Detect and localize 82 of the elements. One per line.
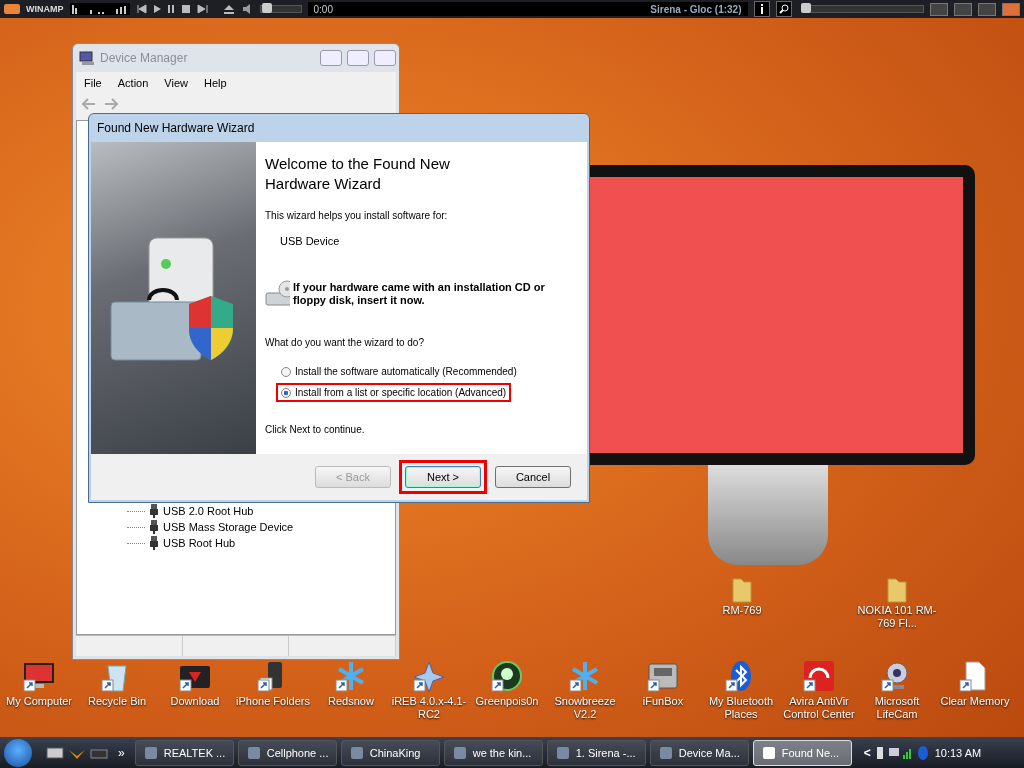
shortcut-label[interactable]: Redsnow — [328, 695, 374, 708]
visualizer-icon — [69, 3, 130, 15]
app-icon — [349, 745, 364, 760]
app-icon — [555, 745, 570, 760]
app-icon — [143, 745, 158, 760]
shortcut-label[interactable]: iFunBox — [642, 695, 684, 708]
restore-button[interactable] — [954, 2, 972, 16]
folder-icon[interactable] — [885, 576, 909, 604]
overflow-button[interactable]: » — [118, 745, 125, 760]
shortcut-label[interactable]: iREB 4.0.x-4.1-RC2 — [390, 695, 468, 721]
app-icon — [761, 745, 776, 760]
option-label[interactable]: Install the software automatically (Recommended) — [295, 366, 517, 377]
shortcut-label[interactable]: Clear Memory — [940, 695, 1010, 708]
taskbar-button[interactable]: Device Ma... — [649, 739, 749, 766]
start-button[interactable] — [4, 738, 32, 767]
clock[interactable]: 10:13 AM — [934, 746, 982, 759]
show-hidden-icons-button[interactable]: < — [863, 745, 871, 760]
cd-drive-icon — [265, 279, 290, 309]
menu-item[interactable]: View — [164, 77, 188, 89]
winamp-logo-icon — [4, 4, 20, 14]
dialog-title: Found New Hardware Wizard — [97, 121, 255, 135]
tree-item[interactable]: USB Mass Storage Device — [163, 521, 294, 533]
taskbar-button[interactable]: we the kin... — [443, 739, 543, 766]
search-button[interactable] — [775, 1, 792, 17]
radio-button[interactable] — [281, 366, 291, 377]
shortcut-label[interactable]: My Bluetooth Places — [702, 695, 780, 721]
tray-icons[interactable] — [874, 744, 931, 761]
usb-plug-icon — [149, 504, 159, 518]
app-icon — [246, 745, 261, 760]
info-button[interactable] — [753, 1, 770, 17]
radio-option[interactable]: Install from a list or specific location (Advanced) — [276, 383, 512, 402]
intro-text: This wizard helps you install software for: — [265, 210, 449, 221]
menu-item[interactable]: Action — [117, 77, 149, 89]
tree-item[interactable]: USB 2.0 Root Hub — [163, 505, 254, 517]
search-icon — [778, 4, 789, 14]
taskbar-button[interactable]: Cellphone ... — [237, 739, 337, 766]
shortcut-label[interactable]: My Computer — [6, 695, 72, 708]
taskbar-button[interactable]: Found Ne... — [752, 739, 852, 766]
computer-icon — [79, 51, 95, 65]
shortcut-label[interactable]: Download — [170, 695, 220, 708]
desktop-shortcut-icon[interactable] — [490, 660, 524, 692]
elapsed-time: 0:00 — [313, 3, 333, 15]
shortcut-label[interactable]: Microsoft LifeCam — [858, 695, 936, 721]
usb-plug-icon — [149, 520, 159, 534]
taskbar-button[interactable]: ChinaKing — [340, 739, 440, 766]
cd-prompt: If your hardware came with an installation CD or floppy disk, insert it now. — [293, 281, 546, 307]
seek-slider[interactable] — [801, 5, 924, 13]
volume-thumb[interactable] — [261, 3, 272, 13]
volume-slider[interactable] — [259, 5, 302, 13]
shortcut-label[interactable]: iPhone Folders — [236, 695, 310, 708]
taskbar-button[interactable]: REALTEK ... — [134, 739, 234, 766]
wizard-heading: Welcome to the Found New Hardware Wizard — [265, 154, 451, 194]
window-title: Device Manager — [100, 51, 189, 65]
minimize-button[interactable] — [930, 2, 948, 16]
menu-item[interactable]: Help — [203, 77, 227, 89]
question-text: What do you want the wizard to do? — [265, 337, 425, 348]
folder-label[interactable]: RM-769 — [722, 604, 762, 617]
usb-plug-icon — [149, 536, 159, 550]
device-name: USB Device — [280, 235, 341, 247]
eject-icon[interactable] — [221, 3, 236, 15]
radio-button[interactable] — [281, 387, 291, 398]
shortcut-label[interactable]: Greenpois0n — [475, 695, 539, 708]
shortcut-label[interactable]: Avira AntiVir Control Center — [780, 695, 858, 721]
pin-button[interactable] — [978, 2, 996, 16]
shortcut-label[interactable]: Snowbreeze V2.2 — [546, 695, 624, 721]
track-title: Sirena - Gloc (1:32) — [650, 3, 742, 15]
close-button[interactable] — [1002, 2, 1020, 16]
folder-label[interactable]: NOKIA 101 RM-769 Fl... — [857, 604, 937, 630]
app-icon — [452, 745, 467, 760]
taskbar-button[interactable]: 1. Sirena -... — [546, 739, 646, 766]
desktop-shortcut-icon[interactable] — [22, 660, 56, 692]
app-icon — [658, 745, 673, 760]
tree-item[interactable]: USB Root Hub — [163, 537, 236, 549]
menu-item[interactable]: File — [84, 77, 102, 89]
continue-hint: Click Next to continue. — [265, 424, 366, 435]
shortcut-label[interactable]: Recycle Bin — [87, 695, 147, 708]
seek-thumb[interactable] — [800, 3, 811, 13]
dialog-button[interactable]: Cancel — [495, 466, 571, 488]
dialog-button[interactable]: Next > — [405, 466, 481, 488]
radio-option[interactable]: Install the software automatically (Recommended) — [265, 362, 522, 381]
option-label[interactable]: Install from a list or specific location (Advanced) — [295, 387, 507, 398]
player-name: WINAMP — [26, 4, 64, 14]
